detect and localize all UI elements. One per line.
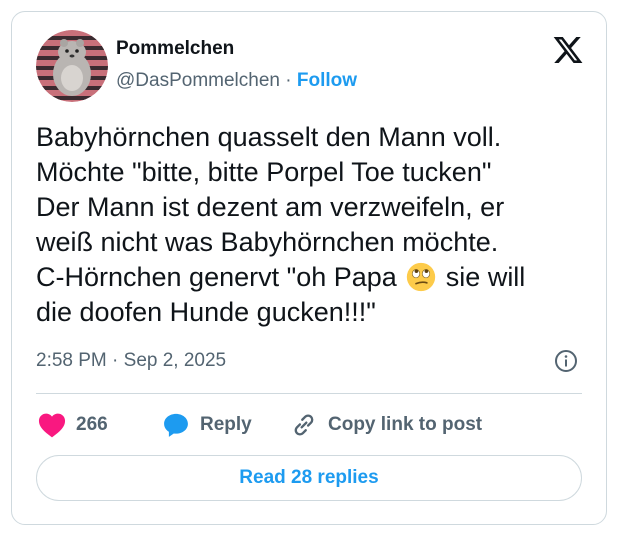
follow-button[interactable]: Follow [297, 70, 357, 91]
author-handle[interactable]: @DasPommelchen [116, 70, 280, 91]
reply-label: Reply [200, 414, 252, 435]
tweet-line-4: weiß nicht was Babyhörnchen möchte. [36, 227, 499, 257]
tweet-line-5b: sie will [438, 262, 526, 292]
tweet-line-3: Der Mann ist dezent am verzweifeln, er [36, 192, 505, 222]
link-icon [294, 414, 314, 436]
divider [36, 393, 582, 394]
like-button[interactable]: 266 [38, 410, 108, 440]
reply-button[interactable]: Reply [162, 410, 252, 440]
reply-bubble-icon [164, 413, 188, 437]
tweet-line-1: Babyhörnchen quasselt den Mann voll. [36, 122, 502, 152]
author-display-name[interactable]: Pommelchen [116, 38, 234, 60]
avatar[interactable] [36, 30, 108, 102]
handle-separator: · [285, 70, 292, 91]
tweet-line-6: die doofen Hunde gucken!!!" [36, 297, 376, 327]
author-handle-row: @DasPommelchen · Follow [116, 70, 357, 92]
tweet-text: Babyhörnchen quasselt den Mann voll. Möc… [36, 120, 592, 330]
tweet-line-5a: C-Hörnchen genervt "oh Papa [36, 262, 405, 292]
copy-link-label: Copy link to post [328, 414, 483, 435]
info-icon[interactable] [554, 349, 578, 373]
rolling-eyes-emoji-icon [407, 262, 436, 292]
tweet-timestamp[interactable]: 2:58 PM · Sep 2, 2025 [36, 350, 226, 372]
read-replies-button[interactable]: Read 28 replies [36, 455, 582, 501]
x-logo-icon[interactable] [552, 34, 584, 66]
heart-icon [38, 413, 66, 438]
tweet-card: Pommelchen @DasPommelchen · Follow Babyh… [11, 11, 607, 525]
like-count: 266 [76, 414, 108, 435]
copy-link-button[interactable]: Copy link to post [290, 410, 482, 440]
avatar-image [36, 30, 108, 102]
tweet-line-2: Möchte "bitte, bitte Porpel Toe tucken" [36, 157, 492, 187]
